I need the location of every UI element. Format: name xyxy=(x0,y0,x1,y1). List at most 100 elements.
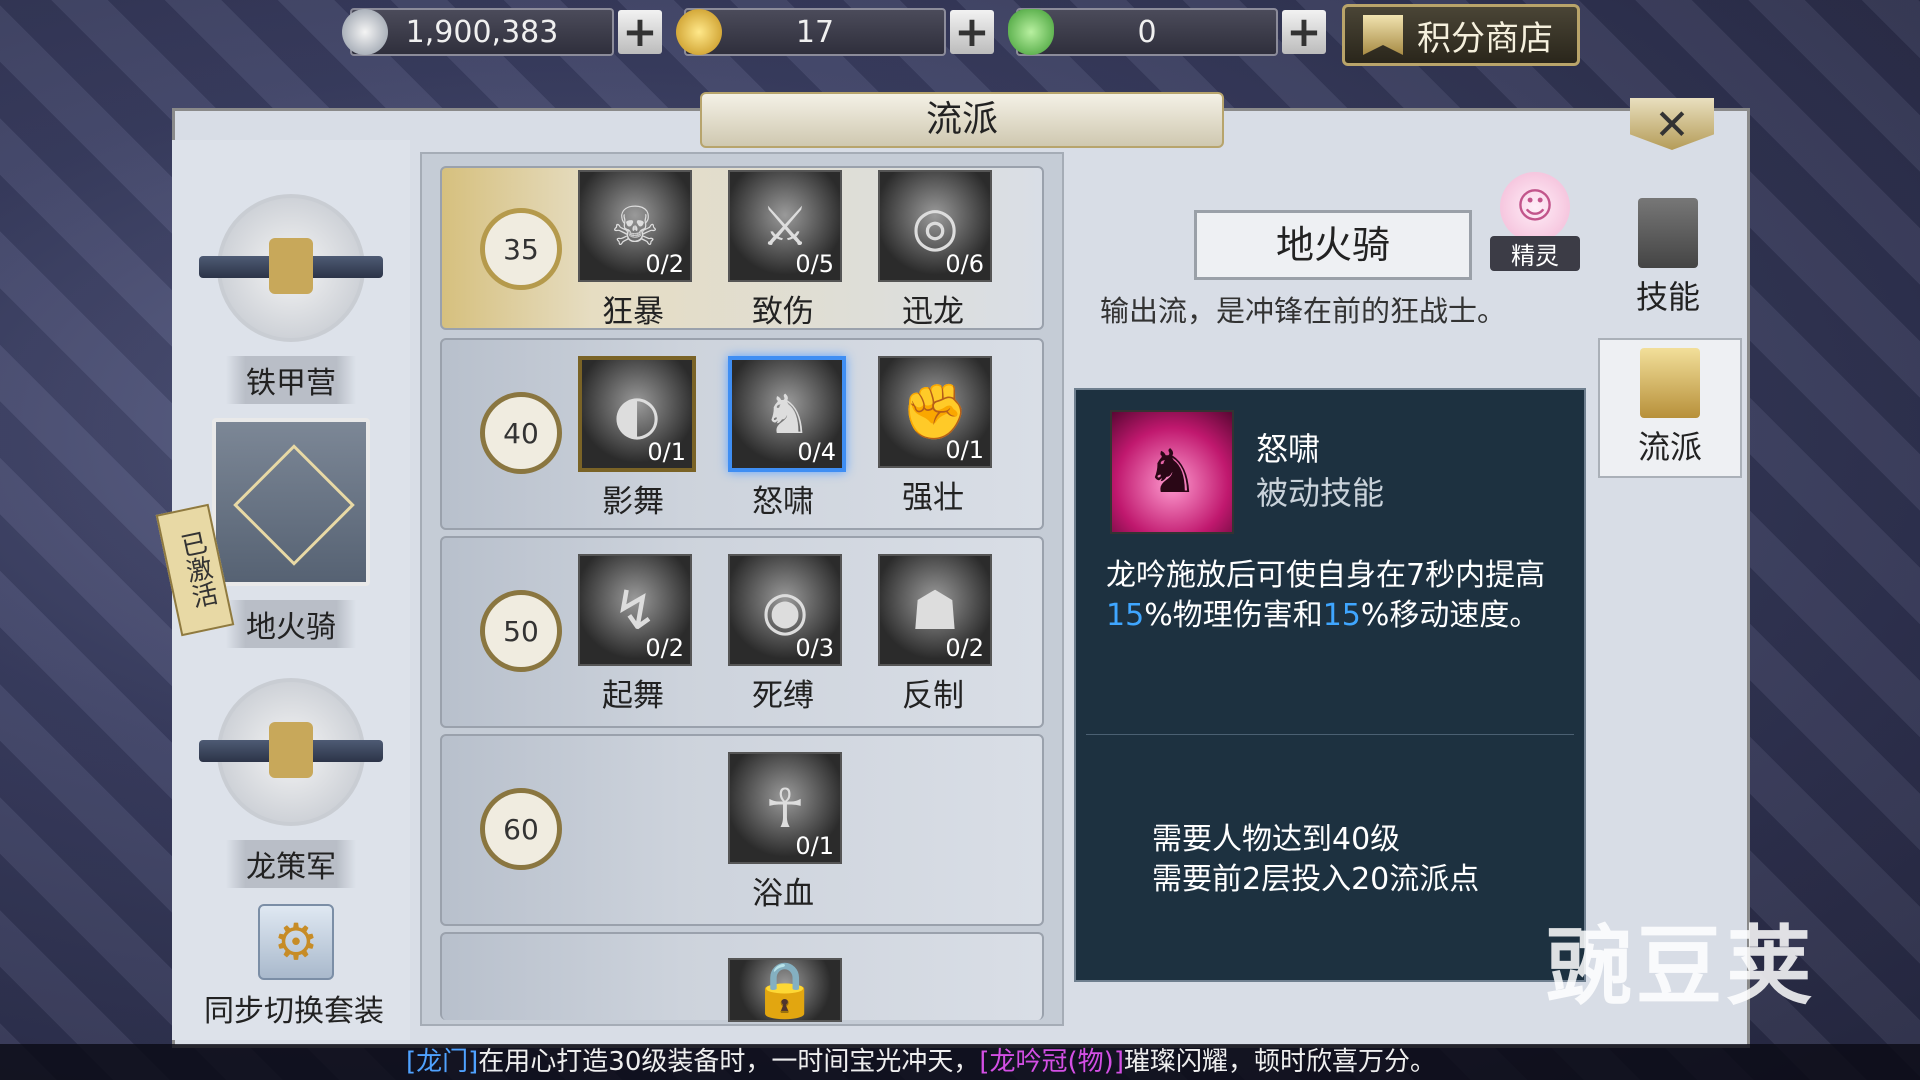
ingot-amount: 0 xyxy=(1016,8,1278,56)
scroll-icon xyxy=(1640,348,1700,418)
points-shop-button[interactable]: 积分商店 xyxy=(1342,4,1580,66)
faction-label: 铁甲营 xyxy=(226,356,356,404)
ticker-text-end: 璀璨闪耀，顿时欣喜万分。 xyxy=(1123,1047,1436,1077)
skill-detail-panel: ♞ 怒啸 被动技能 龙吟施放后可使自身在7秒内提高15%物理伤害和15%移动速度… xyxy=(1074,388,1586,982)
sync-outfit-label: 同步切换套装 xyxy=(204,994,384,1029)
skill-name: 狂暴 xyxy=(602,294,664,330)
tier-level-medal: 40 xyxy=(480,392,562,474)
skill-points: 0/2 xyxy=(645,250,684,278)
tab-skills[interactable]: 技能 xyxy=(1598,190,1738,326)
ticker-item: [龙吟冠(物)] xyxy=(979,1047,1124,1077)
faction-label: 龙策军 xyxy=(226,840,356,888)
faction-description: 输出流，是冲锋在前的狂战士。 xyxy=(1100,294,1507,328)
add-gold-button[interactable]: + xyxy=(950,10,994,54)
slash-icon: ⚔ 0/5 xyxy=(728,170,842,282)
highlight-number: 15 xyxy=(1322,598,1361,633)
tier-level-medal: 50 xyxy=(480,590,562,672)
tier-row: 40 ◐ 0/1 影舞 ♞ 0/4 怒啸 ✊ 0/1 强壮 xyxy=(440,338,1044,530)
skill-name: 致伤 xyxy=(752,294,814,330)
silver-coin-icon xyxy=(342,9,388,55)
gear-icon: ⚙ xyxy=(273,913,319,971)
skill-points: 0/1 xyxy=(945,436,984,464)
skill-name: 死缚 xyxy=(752,678,814,714)
tier-level-medal: 60 xyxy=(480,788,562,870)
sync-outfit-button[interactable]: ⚙ xyxy=(258,904,334,980)
skill-zhishang[interactable]: ⚔ 0/5 致伤 xyxy=(728,170,842,331)
book-icon xyxy=(1638,198,1698,268)
skill-points: 0/3 xyxy=(795,634,834,662)
lock-icon: 🔒 xyxy=(728,958,842,1022)
tab-faction[interactable]: 流派 xyxy=(1598,338,1742,478)
tier-level-medal: 35 xyxy=(480,208,562,290)
faction-tiejiaying[interactable]: 铁甲营 xyxy=(172,194,410,404)
skill-name: 迅龙 xyxy=(902,294,964,330)
close-icon: ✕ xyxy=(1654,99,1690,149)
sword-diamond-icon xyxy=(233,444,355,566)
skill-name: 起舞 xyxy=(602,678,664,714)
bloodbath-icon: ☥ 0/1 xyxy=(728,752,842,864)
skill-points: 0/1 xyxy=(795,832,834,860)
ingot-currency: 0 + xyxy=(1008,6,1326,58)
skill-qiwu[interactable]: ↯ 0/2 起舞 xyxy=(578,554,692,715)
death-bind-icon: ◉ 0/3 xyxy=(728,554,842,666)
skill-detail-type: 被动技能 xyxy=(1256,474,1385,512)
tier-row: 60 ☥ 0/1 浴血 xyxy=(440,734,1044,926)
locked-skill[interactable]: 🔒 xyxy=(728,958,842,1022)
divider xyxy=(1086,734,1574,735)
skill-xunlong[interactable]: ◎ 0/6 迅龙 xyxy=(878,170,992,331)
rising-dance-icon: ↯ 0/2 xyxy=(578,554,692,666)
shadow-dance-icon: ◐ 0/1 xyxy=(578,356,696,472)
berserk-icon: ☠ 0/2 xyxy=(578,170,692,282)
broadcast-ticker: [龙门]在用心打造30级装备时，一时间宝光冲天，[龙吟冠(物)]璀璨闪耀，顿时欣… xyxy=(0,1044,1920,1080)
faction-label: 地火骑 xyxy=(226,600,356,648)
skill-qiangzhuang[interactable]: ✊ 0/1 强壮 xyxy=(878,356,992,517)
faction-emblem-icon xyxy=(212,418,370,586)
skill-points: 0/6 xyxy=(945,250,984,278)
skill-name: 强壮 xyxy=(902,480,964,516)
faction-emblem-icon xyxy=(199,678,383,826)
faction-longcejun[interactable]: 龙策军 xyxy=(172,678,410,888)
fist-icon: ✊ 0/1 xyxy=(878,356,992,468)
skill-detail-text: 龙吟施放后可使自身在7秒内提高15%物理伤害和15%移动速度。 xyxy=(1106,558,1546,633)
skill-kuangbao[interactable]: ☠ 0/2 狂暴 xyxy=(578,170,692,331)
skill-points: 0/2 xyxy=(645,634,684,662)
skill-name: 浴血 xyxy=(752,876,814,912)
requirement-points: 需要前2层投入20流派点 xyxy=(1152,862,1480,897)
skill-yuxue[interactable]: ☥ 0/1 浴血 xyxy=(728,752,842,913)
add-silver-button[interactable]: + xyxy=(618,10,662,54)
skill-points: 0/4 xyxy=(797,438,836,466)
highlight-number: 15 xyxy=(1106,598,1145,633)
faction-emblem-icon xyxy=(199,194,383,342)
skill-points: 0/1 xyxy=(647,438,686,466)
jade-ingot-icon xyxy=(1008,9,1054,55)
roar-icon: ♞ 0/4 xyxy=(728,356,846,472)
roar-skill-icon: ♞ xyxy=(1110,410,1234,534)
skill-detail-name: 怒啸 xyxy=(1256,430,1321,468)
tier-row: 50 ↯ 0/2 起舞 ◉ 0/3 死缚 ☗ 0/2 反制 xyxy=(440,536,1044,728)
counter-icon: ☗ 0/2 xyxy=(878,554,992,666)
shop-label: 积分商店 xyxy=(1417,18,1553,59)
skill-fanzhi[interactable]: ☗ 0/2 反制 xyxy=(878,554,992,715)
silver-currency: 1,900,383 + xyxy=(342,6,662,58)
tab-label: 流派 xyxy=(1637,428,1702,466)
skill-sifu[interactable]: ◉ 0/3 死缚 xyxy=(728,554,842,715)
spirit-label: 精灵 xyxy=(1490,236,1580,271)
shop-flag-icon xyxy=(1363,15,1403,55)
silver-amount: 1,900,383 xyxy=(350,8,614,56)
tier-row-locked: 🔒 xyxy=(440,932,1044,1022)
gold-currency: 17 + xyxy=(676,6,994,58)
skill-name: 反制 xyxy=(902,678,964,714)
skill-nuxiao[interactable]: ♞ 0/4 怒啸 xyxy=(728,356,846,521)
gold-amount: 17 xyxy=(684,8,946,56)
skill-requirements: 需要人物达到40级 需要前2层投入20流派点 xyxy=(1152,820,1479,900)
tier-row: 35 ☠ 0/2 狂暴 ⚔ 0/5 致伤 ◎ 0/6 迅龙 xyxy=(440,166,1044,330)
skill-points: 0/2 xyxy=(945,634,984,662)
faction-name-header: 地火骑 xyxy=(1194,210,1472,280)
ticker-text: 在用心打造30级装备时，一时间宝光冲天， xyxy=(478,1047,980,1077)
add-ingot-button[interactable]: + xyxy=(1282,10,1326,54)
spirit-button[interactable]: ☺ 精灵 xyxy=(1490,172,1580,276)
gold-coin-icon xyxy=(676,9,722,55)
dragon-icon: ◎ 0/6 xyxy=(878,170,992,282)
skill-yingwu[interactable]: ◐ 0/1 影舞 xyxy=(578,356,696,521)
skill-name: 怒啸 xyxy=(752,484,814,520)
